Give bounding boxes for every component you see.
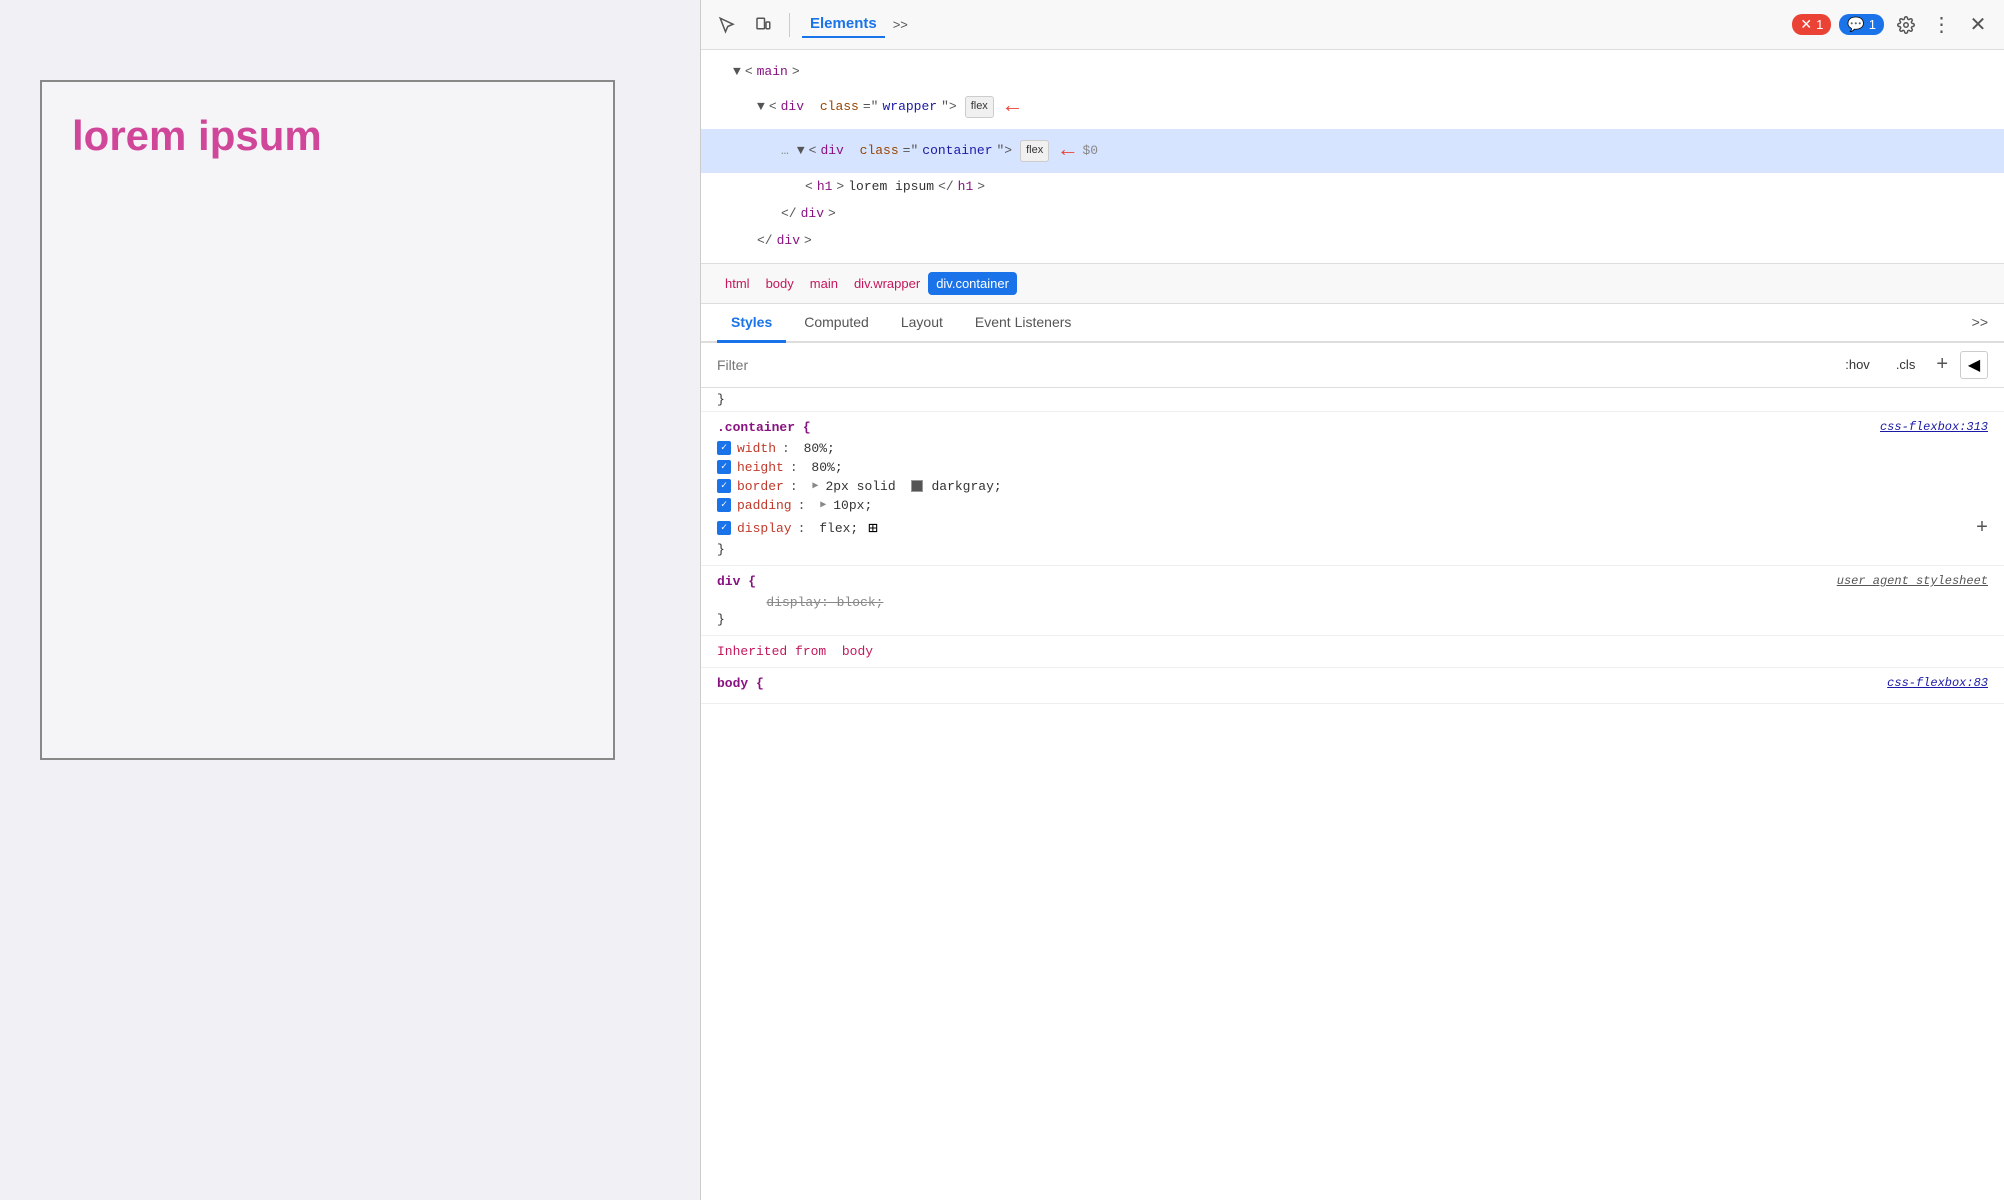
prop-line-padding: padding : ▶ 10px;: [717, 496, 1988, 515]
checkbox-padding[interactable]: [717, 498, 731, 512]
tree-line-close-wrapper[interactable]: </div>: [701, 227, 2004, 254]
prop-value-border-size[interactable]: 2px solid: [825, 479, 903, 494]
checkbox-width[interactable]: [717, 441, 731, 455]
flex-badge-container[interactable]: flex: [1020, 140, 1049, 162]
prop-line-display-block: display: block;: [717, 593, 1988, 612]
prop-line-border: border : ▶ 2px solid darkgray;: [717, 477, 1988, 496]
devtools-toolbar: Elements >> ✕ 1 💬 1 ⋮ ✕: [701, 0, 2004, 50]
tab-computed[interactable]: Computed: [790, 304, 883, 343]
checkbox-empty-display-block: [717, 595, 731, 609]
add-property-button[interactable]: +: [1976, 517, 1988, 540]
error-count: 1: [1816, 17, 1823, 32]
devtools-panel: Elements >> ✕ 1 💬 1 ⋮ ✕: [700, 0, 2004, 1200]
prop-value-display[interactable]: flex;: [819, 521, 858, 536]
style-section-body: body { css-flexbox:83: [701, 668, 2004, 704]
breadcrumb: html body main div.wrapper div.container: [701, 264, 2004, 304]
prop-name-display[interactable]: display: [737, 521, 792, 536]
inspect-icon[interactable]: [713, 11, 741, 39]
tab-elements[interactable]: Elements: [802, 11, 885, 38]
breadcrumb-body[interactable]: body: [758, 272, 802, 295]
more-options-icon[interactable]: ⋮: [1928, 11, 1956, 39]
selector-body[interactable]: body {: [717, 676, 764, 691]
prop-line-height: height : 80%;: [717, 458, 1988, 477]
selector-line-body: body { css-flexbox:83: [717, 676, 1988, 691]
more-tabs-icon[interactable]: >>: [893, 17, 908, 32]
flex-grid-icon[interactable]: ⊞: [868, 518, 878, 538]
breadcrumb-html[interactable]: html: [717, 272, 758, 295]
source-body[interactable]: css-flexbox:83: [1887, 676, 1988, 690]
error-badge[interactable]: ✕ 1: [1792, 14, 1831, 35]
selector-line-div: div { user agent stylesheet: [717, 574, 1988, 589]
selector-div[interactable]: div {: [717, 574, 756, 589]
selector-line-container: .container { css-flexbox:313: [717, 420, 1988, 435]
prop-value-border-color[interactable]: darkgray;: [931, 479, 1001, 494]
settings-icon[interactable]: [1892, 11, 1920, 39]
close-devtools-icon[interactable]: ✕: [1964, 11, 1992, 39]
inspect-svg: [718, 16, 736, 34]
prop-value-padding[interactable]: 10px;: [833, 498, 872, 513]
add-style-button[interactable]: +: [1932, 353, 1952, 376]
checkbox-display[interactable]: [717, 521, 731, 535]
prop-name-display-block: display: block;: [766, 595, 883, 610]
tree-line-wrapper[interactable]: ▼ <div class="wrapper"> flex ←: [701, 85, 2004, 129]
inherited-from-body[interactable]: body: [842, 644, 873, 659]
tree-line-main[interactable]: ▼ <main>: [701, 58, 2004, 85]
cls-button[interactable]: .cls: [1887, 353, 1925, 376]
style-section-container: .container { css-flexbox:313 width : 80%…: [701, 412, 2004, 566]
checkbox-height[interactable]: [717, 460, 731, 474]
border-triangle[interactable]: ▶: [812, 480, 818, 492]
prop-name-padding[interactable]: padding: [737, 498, 792, 513]
hov-button[interactable]: :hov: [1836, 353, 1879, 376]
source-container[interactable]: css-flexbox:313: [1880, 420, 1988, 434]
message-count: 1: [1869, 17, 1876, 32]
style-partial-top: }: [701, 388, 2004, 412]
breadcrumb-wrapper[interactable]: div.wrapper: [846, 272, 928, 295]
message-badge[interactable]: 💬 1: [1839, 14, 1884, 35]
arrow-container: ←: [1061, 131, 1074, 171]
tree-line-close-container[interactable]: </div>: [701, 200, 2004, 227]
prop-name-width[interactable]: width: [737, 441, 776, 456]
browser-preview: lorem ipsum: [0, 0, 700, 1200]
checkbox-border[interactable]: [717, 479, 731, 493]
html-tree-panel: ▼ <main> ▼ <div class="wrapper"> flex ← …: [701, 50, 2004, 264]
toolbar-separator: [789, 13, 790, 37]
style-section-div: div { user agent stylesheet display: blo…: [701, 566, 2004, 636]
partial-brace: }: [717, 392, 725, 407]
filter-bar: :hov .cls + ◀: [701, 343, 2004, 388]
prop-name-border[interactable]: border: [737, 479, 784, 494]
prop-name-height[interactable]: height: [737, 460, 784, 475]
dots-indicator: …: [781, 139, 789, 162]
lorem-text: lorem ipsum: [72, 112, 322, 160]
prop-line-display: display : flex; ⊞ +: [717, 515, 1988, 542]
filter-input[interactable]: [717, 357, 1828, 373]
close-brace-div: }: [717, 612, 1988, 627]
more-tabs-chevron[interactable]: >>: [1972, 314, 1988, 330]
styles-tabs: Styles Computed Layout Event Listeners >…: [701, 304, 2004, 343]
tab-styles[interactable]: Styles: [717, 304, 786, 343]
flex-badge-wrapper[interactable]: flex: [965, 96, 994, 118]
tree-line-container[interactable]: … ▼ <div class="container"> flex ← $0: [701, 129, 2004, 173]
prop-value-width[interactable]: 80%;: [804, 441, 835, 456]
border-color-swatch[interactable]: [911, 480, 923, 492]
prop-line-width: width : 80%;: [717, 439, 1988, 458]
device-svg: [754, 16, 772, 34]
selector-container[interactable]: .container {: [717, 420, 811, 435]
settings-svg: [1897, 16, 1915, 34]
source-div: user agent stylesheet: [1837, 574, 1988, 588]
styles-content: } .container { css-flexbox:313 width : 8…: [701, 388, 2004, 1200]
inherited-from-label: Inherited from: [717, 644, 834, 659]
device-toggle-icon[interactable]: [749, 11, 777, 39]
tab-layout[interactable]: Layout: [887, 304, 957, 343]
prop-value-height[interactable]: 80%;: [811, 460, 842, 475]
arrow-wrapper: ←: [1006, 87, 1019, 127]
breadcrumb-container[interactable]: div.container: [928, 272, 1017, 295]
inherited-from-section: Inherited from body: [701, 636, 2004, 668]
tree-line-h1[interactable]: <h1>lorem ipsum</h1>: [701, 173, 2004, 200]
close-brace-container: }: [717, 542, 1988, 557]
palette-button[interactable]: ◀: [1960, 351, 1988, 379]
demo-box: lorem ipsum: [40, 80, 615, 760]
tab-event-listeners[interactable]: Event Listeners: [961, 304, 1086, 343]
breadcrumb-main[interactable]: main: [802, 272, 846, 295]
padding-triangle[interactable]: ▶: [820, 499, 826, 511]
